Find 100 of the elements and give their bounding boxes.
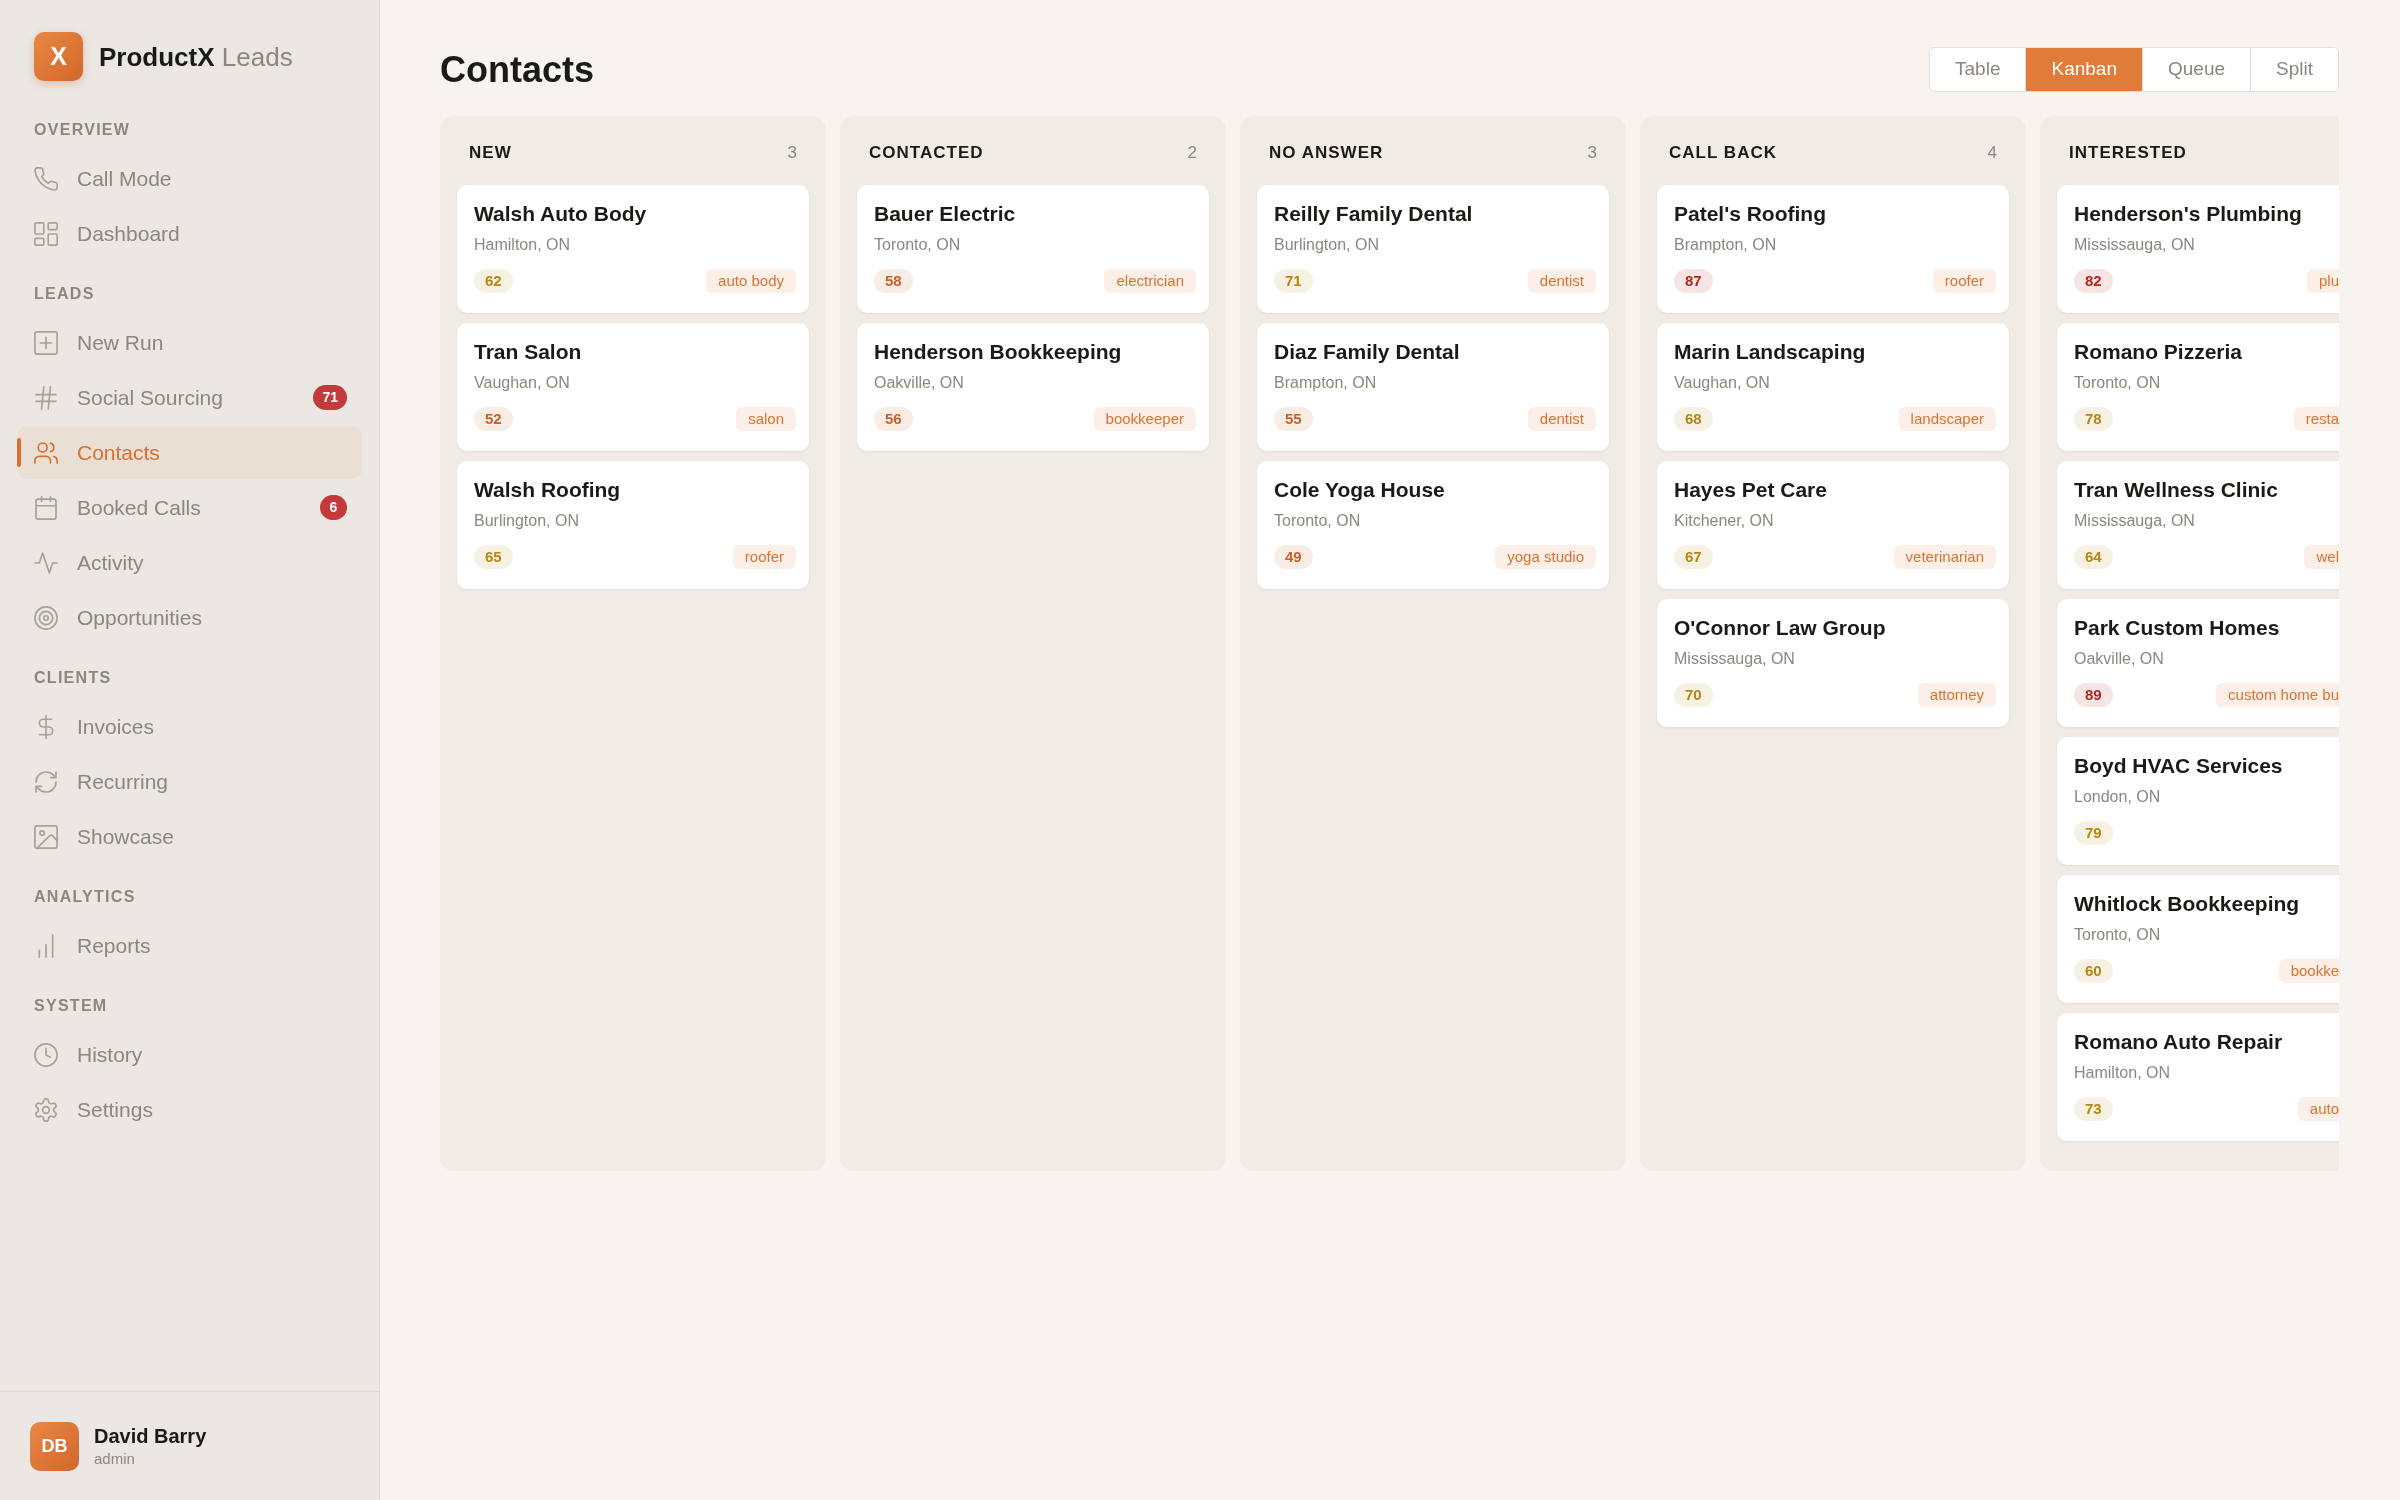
contact-name: Walsh Auto Body <box>474 201 648 227</box>
contact-location: Oakville, ON <box>2074 649 2165 669</box>
score-badge: 89 <box>2074 683 2113 707</box>
score-badge: 73 <box>2074 1097 2113 1121</box>
contact-card[interactable]: Henderson's Plumbing Mississauga, ON 82 plu <box>2057 185 2339 313</box>
score-badge: 71 <box>1274 269 1313 293</box>
app-logo: X <box>34 32 83 81</box>
contact-location: Mississauga, ON <box>2074 235 2196 255</box>
contact-name: Patel's Roofing <box>1674 201 1827 227</box>
category-tag: bookkeeper <box>1093 407 1196 431</box>
category-tag: veterinarian <box>1893 545 1996 569</box>
contact-location: Mississauga, ON <box>2074 511 2196 531</box>
category-tag: electrician <box>1104 269 1196 293</box>
page-title: Contacts <box>440 47 595 92</box>
score-badge: 49 <box>1274 545 1313 569</box>
contact-card[interactable]: Reilly Family Dental Burlington, ON 71 dentist <box>1257 185 1609 313</box>
count-badge: 6 <box>320 495 347 520</box>
contact-location: Toronto, ON <box>874 235 962 255</box>
contact-card[interactable]: Diaz Family Dental Brampton, ON 55 dentist <box>1257 323 1609 451</box>
contact-location: Brampton, ON <box>1274 373 1378 393</box>
contact-name: O'Connor Law Group <box>1674 615 1887 641</box>
section-label: LEADS <box>33 284 96 304</box>
view-tab[interactable]: Split <box>2250 48 2338 91</box>
score-badge: 78 <box>2074 407 2113 431</box>
score-badge: 58 <box>874 269 913 293</box>
contact-card[interactable]: Bauer Electric Toronto, ON 58 electrician <box>857 185 1209 313</box>
count-badge: 71 <box>313 385 347 410</box>
contact-location: London, ON <box>2074 787 2162 807</box>
contact-location: Hamilton, ON <box>2074 1063 2172 1083</box>
category-tag: plu <box>2306 269 2339 293</box>
refresh-icon <box>34 769 58 794</box>
contact-name: Romano Pizzeria <box>2074 339 2244 365</box>
score-badge: 56 <box>874 407 913 431</box>
contact-card[interactable]: O'Connor Law Group Mississauga, ON 70 attorney <box>1657 599 2009 727</box>
section-label: CLIENTS <box>33 668 113 688</box>
column-title: INTERESTED <box>2069 142 2187 165</box>
score-badge: 87 <box>1674 269 1713 293</box>
clock-icon <box>34 1042 58 1067</box>
column-count: 4 <box>1987 142 1997 165</box>
contact-card[interactable]: Henderson Bookkeeping Oakville, ON 56 bookkeeper <box>857 323 1209 451</box>
column-title: CONTACTED <box>869 142 984 165</box>
contact-location: Brampton, ON <box>1674 235 1778 255</box>
category-tag: custom home bu <box>2216 683 2339 707</box>
contact-location: Burlington, ON <box>1274 235 1380 255</box>
contact-card[interactable]: Walsh Auto Body Hamilton, ON 62 auto body <box>457 185 809 313</box>
contact-location: Toronto, ON <box>2074 373 2162 393</box>
contact-card[interactable]: Tran Wellness Clinic Mississauga, ON 64 wel <box>2057 461 2339 589</box>
contact-name: Reilly Family Dental <box>1274 201 1474 227</box>
category-tag: auto body <box>706 269 796 293</box>
contact-card[interactable]: Boyd HVAC Services London, ON 79 <box>2057 737 2339 865</box>
score-badge: 67 <box>1674 545 1713 569</box>
contact-location: Kitchener, ON <box>1674 511 1775 531</box>
score-badge: 65 <box>474 545 513 569</box>
section-label: OVERVIEW <box>33 120 132 140</box>
score-badge: 68 <box>1674 407 1713 431</box>
contact-name: Tran Salon <box>474 339 583 365</box>
contact-card[interactable]: Tran Salon Vaughan, ON 52 salon <box>457 323 809 451</box>
contact-name: Romano Auto Repair <box>2074 1029 2284 1055</box>
column-title: NO ANSWER <box>1269 142 1384 165</box>
category-tag: roofer <box>732 545 796 569</box>
contact-card[interactable]: Walsh Roofing Burlington, ON 65 roofer <box>457 461 809 589</box>
nav-item[interactable]: Social Sourcing 71 <box>17 371 362 424</box>
contact-card[interactable]: Marin Landscaping Vaughan, ON 68 landscaper <box>1657 323 2009 451</box>
user-name: David Barry <box>94 1423 207 1449</box>
pulse-icon <box>34 550 58 575</box>
target-icon <box>34 605 58 630</box>
contact-name: Walsh Roofing <box>474 477 622 503</box>
score-badge: 62 <box>474 269 513 293</box>
calendar-icon <box>34 495 58 520</box>
score-badge: 79 <box>2074 821 2113 845</box>
plus-square-icon <box>34 330 58 355</box>
app-name: ProductX Leads <box>99 40 293 73</box>
contact-name: Diaz Family Dental <box>1274 339 1461 365</box>
score-badge: 82 <box>2074 269 2113 293</box>
contact-card[interactable]: Romano Pizzeria Toronto, ON 78 resta <box>2057 323 2339 451</box>
contact-card[interactable]: Cole Yoga House Toronto, ON 49 yoga studio <box>1257 461 1609 589</box>
contact-location: Oakville, ON <box>874 373 965 393</box>
score-badge: 60 <box>2074 959 2113 983</box>
phone-icon <box>34 166 58 191</box>
category-tag: yoga studio <box>1495 545 1596 569</box>
category-tag: roofer <box>1932 269 1996 293</box>
contact-card[interactable]: Patel's Roofing Brampton, ON 87 roofer <box>1657 185 2009 313</box>
column-title: CALL BACK <box>1669 142 1778 165</box>
users-icon <box>34 440 58 465</box>
nav-item[interactable]: Booked Calls 6 <box>17 481 362 534</box>
score-badge: 52 <box>474 407 513 431</box>
contact-name: Hayes Pet Care <box>1674 477 1828 503</box>
contact-card[interactable]: Romano Auto Repair Hamilton, ON 73 auto <box>2057 1013 2339 1141</box>
score-badge: 64 <box>2074 545 2113 569</box>
section-label: SYSTEM <box>33 996 109 1016</box>
contact-card[interactable]: Park Custom Homes Oakville, ON 89 custom home bu <box>2057 599 2339 727</box>
hash-icon <box>34 385 58 410</box>
contact-location: Toronto, ON <box>2074 925 2162 945</box>
category-tag: bookke <box>2278 959 2339 983</box>
contact-card[interactable]: Hayes Pet Care Kitchener, ON 67 veterinarian <box>1657 461 2009 589</box>
contact-card[interactable]: Whitlock Bookkeeping Toronto, ON 60 bookke <box>2057 875 2339 1003</box>
category-tag: dentist <box>1527 269 1596 293</box>
contact-location: Hamilton, ON <box>474 235 572 255</box>
user-avatar: DB <box>30 1421 79 1471</box>
user-role: admin <box>94 1448 136 1469</box>
